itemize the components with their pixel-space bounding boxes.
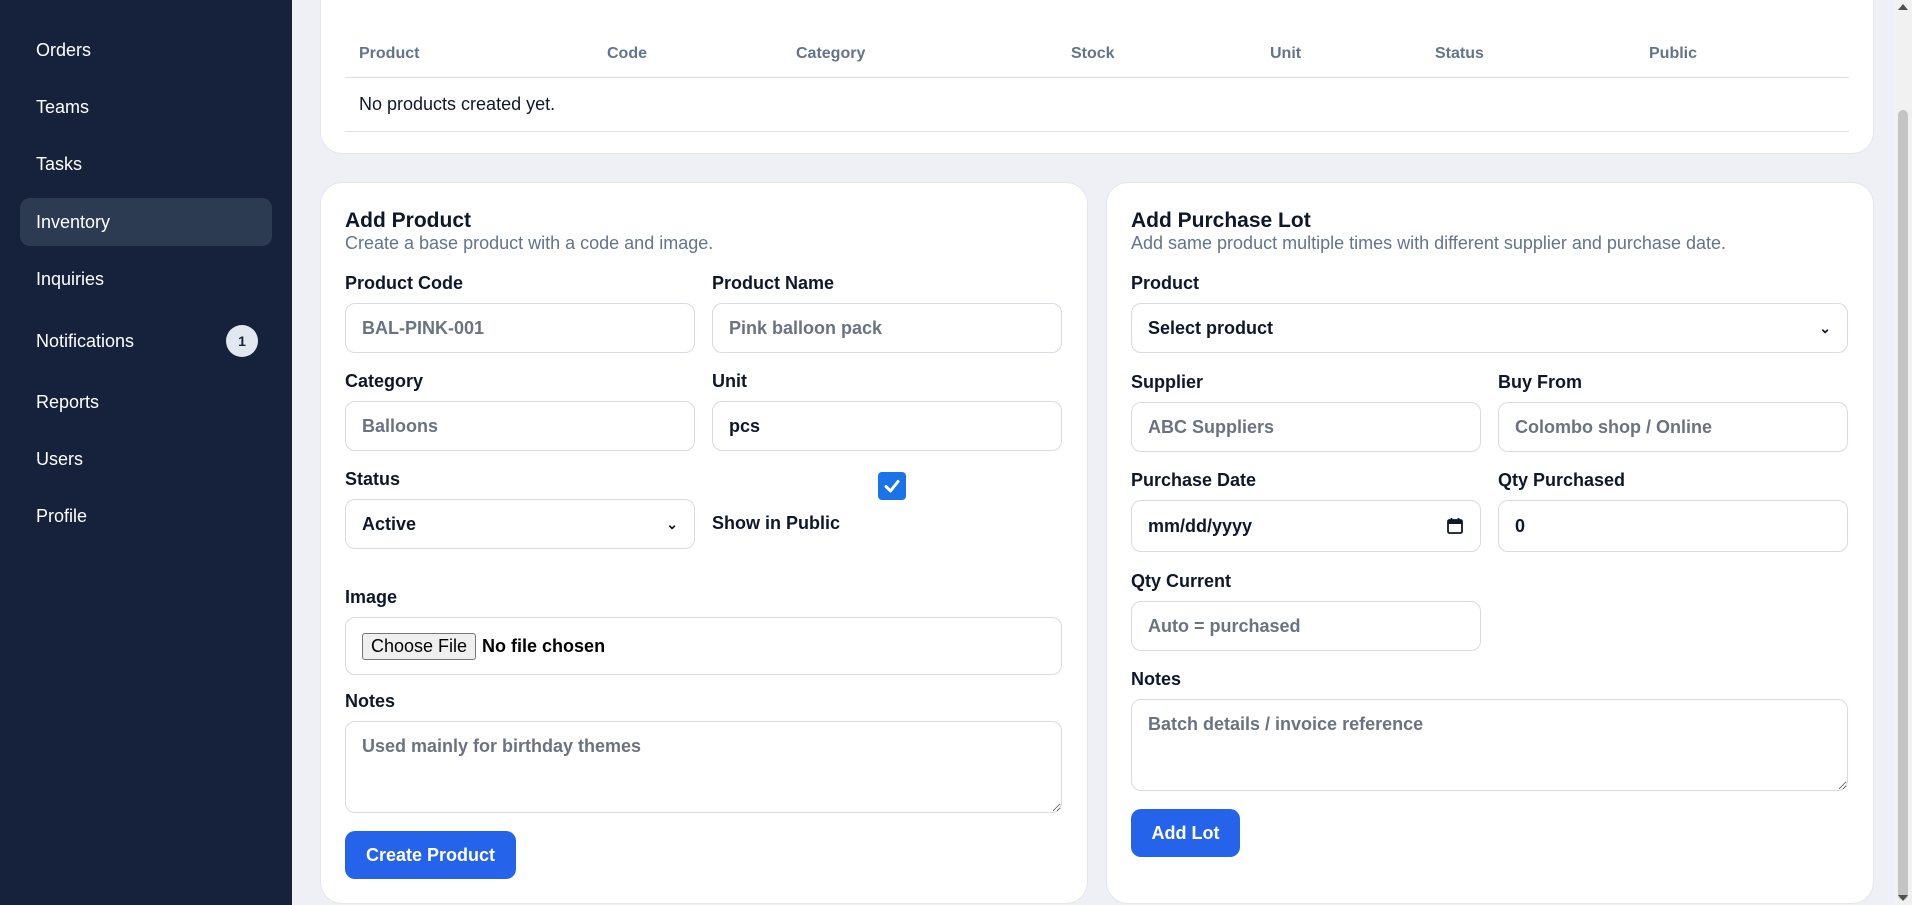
sidebar-item-label: Users	[36, 448, 84, 469]
card-subtitle: Create a base product with a code and im…	[345, 233, 714, 253]
column-header-unit: Unit	[1256, 31, 1421, 78]
image-file-input: Choose File No file chosen	[345, 617, 1062, 675]
qty-current-input[interactable]	[1131, 601, 1481, 651]
qty-purchased-label: Qty Purchased	[1498, 470, 1626, 490]
supplier-label: Supplier	[1131, 372, 1204, 392]
calendar-icon[interactable]	[1446, 517, 1464, 535]
product-code-input[interactable]	[345, 303, 695, 353]
status-select[interactable]: Active ⌄	[345, 499, 695, 549]
add-lot-button[interactable]: Add Lot	[1131, 809, 1240, 857]
empty-table-message: No products created yet.	[345, 77, 1849, 132]
sidebar-item-label: Inventory	[36, 211, 111, 232]
add-product-card: Add Product Create a base product with a…	[320, 182, 1088, 904]
product-name-label: Product Name	[712, 273, 835, 293]
column-header-status: Status	[1421, 31, 1635, 78]
show-in-public-checkbox[interactable]	[878, 472, 906, 500]
card-title: Add Product	[345, 209, 471, 232]
column-header-stock: Stock	[1057, 31, 1256, 78]
sidebar-item-inquiries[interactable]: Inquiries	[20, 255, 272, 303]
table-row: No products created yet.	[345, 77, 1849, 132]
category-input[interactable]	[345, 401, 695, 451]
add-purchase-lot-card: Add Purchase Lot Add same product multip…	[1106, 182, 1874, 904]
qty-current-label: Qty Current	[1131, 571, 1232, 591]
product-selected-value: Select product	[1148, 317, 1274, 338]
scrollbar-thumb[interactable]	[1898, 110, 1908, 900]
card-title: Add Purchase Lot	[1131, 209, 1311, 232]
chevron-down-icon: ⌄	[1819, 319, 1831, 336]
sidebar-item-notifications[interactable]: Notifications 1	[20, 317, 272, 365]
file-status-text: No file chosen	[482, 635, 606, 656]
sidebar-item-reports[interactable]: Reports	[20, 378, 272, 426]
lot-notes-textarea[interactable]	[1131, 699, 1848, 791]
checkmark-icon	[884, 480, 900, 493]
sidebar-item-label: Orders	[36, 39, 92, 60]
purchase-date-input[interactable]: mm/dd/yyyy	[1131, 500, 1481, 552]
sidebar-item-label: Profile	[36, 505, 88, 526]
image-label: Image	[345, 587, 398, 607]
sidebar-item-label: Notifications	[36, 330, 135, 351]
sidebar-item-inventory[interactable]: Inventory	[20, 198, 272, 246]
column-header-code: Code	[593, 31, 782, 78]
buy-from-input[interactable]	[1498, 402, 1848, 452]
sidebar-item-label: Teams	[36, 96, 90, 117]
sidebar-item-orders[interactable]: Orders	[20, 26, 272, 74]
sidebar-item-label: Reports	[36, 391, 100, 412]
sidebar-item-users[interactable]: Users	[20, 435, 272, 483]
choose-file-button[interactable]: Choose File	[362, 632, 477, 660]
product-label: Product	[1131, 273, 1200, 293]
notification-count-badge: 1	[226, 325, 258, 357]
column-header-product: Product	[345, 31, 593, 78]
column-header-category: Category	[782, 31, 1057, 78]
products-table: Product Code Category Stock Unit Status …	[345, 31, 1849, 132]
column-header-public: Public	[1635, 31, 1849, 78]
sidebar-item-tasks[interactable]: Tasks	[20, 140, 272, 188]
product-name-input[interactable]	[712, 303, 1062, 353]
chevron-down-icon: ⌄	[666, 515, 678, 532]
unit-input[interactable]	[712, 401, 1062, 451]
product-select[interactable]: Select product ⌄	[1131, 303, 1848, 353]
sidebar-item-label: Inquiries	[36, 268, 105, 289]
create-product-button[interactable]: Create Product	[345, 831, 516, 879]
lot-notes-label: Notes	[1131, 669, 1182, 689]
status-selected-value: Active	[362, 513, 417, 534]
qty-purchased-input[interactable]	[1498, 500, 1848, 552]
page-scrollbar[interactable]	[1894, 0, 1912, 905]
card-subtitle: Add same product multiple times with dif…	[1131, 233, 1726, 253]
products-table-card: Product Code Category Stock Unit Status …	[320, 0, 1874, 154]
supplier-input[interactable]	[1131, 402, 1481, 452]
product-notes-textarea[interactable]	[345, 721, 1062, 813]
show-in-public-label: Show in Public	[712, 513, 841, 533]
product-code-label: Product Code	[345, 273, 464, 293]
sidebar: Orders Teams Tasks Inventory Inquiries N…	[0, 0, 292, 905]
category-label: Category	[345, 371, 424, 391]
sidebar-item-profile[interactable]: Profile	[20, 492, 272, 540]
buy-from-label: Buy From	[1498, 372, 1583, 392]
scroll-up-arrow-icon[interactable]	[1898, 4, 1908, 10]
scroll-down-arrow-icon[interactable]	[1898, 895, 1908, 901]
sidebar-item-teams[interactable]: Teams	[20, 83, 272, 131]
purchase-date-value: mm/dd/yyyy	[1148, 515, 1253, 536]
status-label: Status	[345, 469, 401, 489]
table-header-row: Product Code Category Stock Unit Status …	[345, 31, 1849, 78]
sidebar-item-label: Tasks	[36, 153, 83, 174]
purchase-date-label: Purchase Date	[1131, 470, 1257, 490]
notes-label: Notes	[345, 691, 396, 711]
unit-label: Unit	[712, 371, 747, 391]
